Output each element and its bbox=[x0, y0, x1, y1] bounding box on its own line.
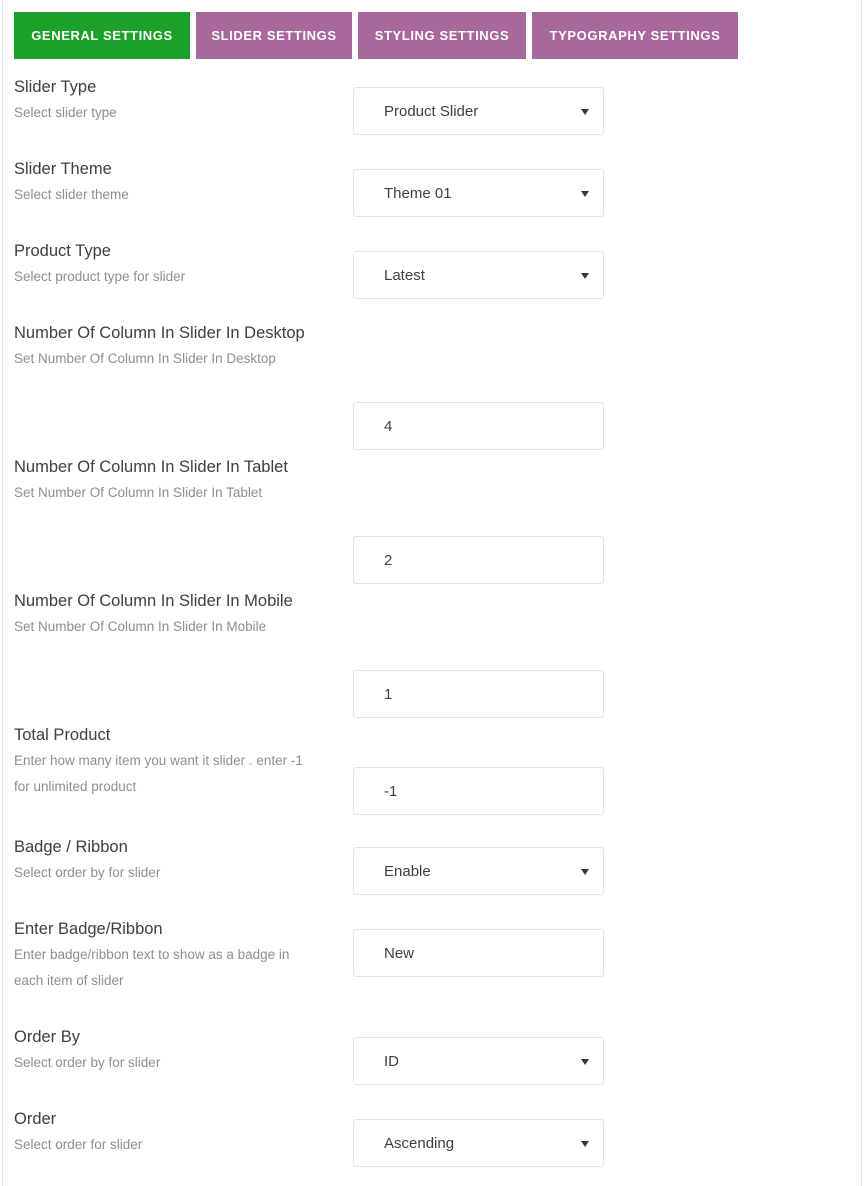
field-label: Slider Type bbox=[14, 78, 97, 96]
select-slider-type[interactable]: Product Slider bbox=[353, 87, 604, 135]
input-value: 2 bbox=[384, 551, 393, 569]
form-row-field-column: Ascending bbox=[353, 1119, 604, 1167]
field-label: Badge / Ribbon bbox=[14, 838, 128, 856]
field-description: Select order for slider bbox=[14, 1137, 143, 1152]
input-total-product[interactable]: -1 bbox=[353, 767, 604, 815]
form-row-label-column: Order Select order for slider bbox=[14, 1106, 314, 1158]
tab-styling-settings[interactable]: STYLING SETTINGS bbox=[358, 12, 526, 59]
field-description: Enter how many item you want it slider .… bbox=[14, 753, 303, 794]
chevron-down-icon bbox=[581, 869, 589, 875]
field-label: Number Of Column In Slider In Tablet bbox=[14, 458, 288, 476]
field-description: Enter badge/ribbon text to show as a bad… bbox=[14, 947, 290, 988]
select-order-by[interactable]: ID bbox=[353, 1037, 604, 1085]
chevron-down-icon bbox=[581, 109, 589, 115]
form-row-label-column: Number Of Column In Slider In Tablet Set … bbox=[14, 454, 314, 506]
tab-typography-settings[interactable]: TYPOGRAPHY SETTINGS bbox=[532, 12, 738, 59]
select-product-type[interactable]: Latest bbox=[353, 251, 604, 299]
select-slider-theme[interactable]: Theme 01 bbox=[353, 169, 604, 217]
select-value: ID bbox=[384, 1052, 399, 1070]
input-value: 1 bbox=[384, 685, 393, 703]
field-description: Set Number Of Column In Slider In Mobile bbox=[14, 619, 267, 634]
input-number-of-column-in-slider-in-desktop[interactable]: 4 bbox=[353, 402, 604, 450]
form-row-label-column: Slider Type Select slider type bbox=[14, 74, 314, 126]
tab-label: GENERAL SETTINGS bbox=[31, 28, 173, 43]
form-row: Product Type Select product type for slid… bbox=[0, 238, 867, 318]
chevron-down-icon bbox=[581, 1141, 589, 1147]
form-row-field-column: -1 bbox=[353, 767, 604, 815]
form-row-field-column: ID bbox=[353, 1037, 604, 1085]
form-row: Slider Theme Select slider theme Theme 01 bbox=[0, 156, 867, 236]
input-number-of-column-in-slider-in-tablet[interactable]: 2 bbox=[353, 536, 604, 584]
form-row-field-column: Theme 01 bbox=[353, 169, 604, 217]
field-description: Set Number Of Column In Slider In Deskto… bbox=[14, 351, 276, 366]
form-row: Order By Select order by for slider ID bbox=[0, 1024, 867, 1104]
tab-label: SLIDER SETTINGS bbox=[211, 28, 337, 43]
field-description: Set Number Of Column In Slider In Tablet bbox=[14, 485, 263, 500]
form-row-field-column: New bbox=[353, 929, 604, 977]
form-row-label-column: Order By Select order by for slider bbox=[14, 1024, 314, 1076]
tab-label: STYLING SETTINGS bbox=[374, 28, 510, 43]
select-order[interactable]: Ascending bbox=[353, 1119, 604, 1167]
input-value: New bbox=[384, 944, 415, 962]
form-row: Total Product Enter how many item you wan… bbox=[0, 722, 867, 828]
settings-tab-bar: GENERAL SETTINGS SLIDER SETTINGS STYLING S… bbox=[14, 12, 738, 59]
form-row-label-column: Number Of Column In Slider In Mobile Set … bbox=[14, 588, 314, 640]
tab-general-settings[interactable]: GENERAL SETTINGS bbox=[14, 12, 190, 59]
input-enter-badge-ribbon[interactable]: New bbox=[353, 929, 604, 977]
input-value: 4 bbox=[384, 417, 393, 435]
form-row: Badge / Ribbon Select order by for slider… bbox=[0, 834, 867, 914]
input-value: -1 bbox=[384, 782, 398, 800]
chevron-down-icon bbox=[581, 1059, 589, 1065]
field-label: Slider Theme bbox=[14, 160, 112, 178]
select-value: Enable bbox=[384, 862, 431, 880]
field-description: Select slider type bbox=[14, 105, 117, 120]
form-row: Slider Type Select slider type Product Sli… bbox=[0, 74, 867, 154]
form-row-field-column: 4 bbox=[353, 402, 604, 450]
field-description: Select product type for slider bbox=[14, 269, 186, 284]
form-row-field-column: Latest bbox=[353, 251, 604, 299]
form-row: Enter Badge/Ribbon Enter badge/ribbon tex… bbox=[0, 916, 867, 1022]
form-row: Number Of Column In Slider In Tablet Set … bbox=[0, 454, 867, 588]
field-description: Select slider theme bbox=[14, 187, 129, 202]
form-row-label-column: Number Of Column In Slider In Desktop Set… bbox=[14, 320, 314, 372]
field-label: Product Type bbox=[14, 242, 111, 260]
field-label: Number Of Column In Slider In Desktop bbox=[14, 324, 305, 342]
tab-slider-settings[interactable]: SLIDER SETTINGS bbox=[196, 12, 352, 59]
chevron-down-icon bbox=[581, 273, 589, 279]
field-label: Total Product bbox=[14, 726, 111, 744]
form-row-field-column: 2 bbox=[353, 536, 604, 584]
input-number-of-column-in-slider-in-mobile[interactable]: 1 bbox=[353, 670, 604, 718]
chevron-down-icon bbox=[581, 191, 589, 197]
form-row: Number Of Column In Slider In Mobile Set … bbox=[0, 588, 867, 722]
select-value: Ascending bbox=[384, 1134, 455, 1152]
select-value: Product Slider bbox=[384, 102, 479, 120]
form-row-label-column: Product Type Select product type for slid… bbox=[14, 238, 314, 290]
field-label: Order By bbox=[14, 1028, 81, 1046]
tab-label: TYPOGRAPHY SETTINGS bbox=[549, 28, 721, 43]
form-row: Number Of Column In Slider In Desktop Set… bbox=[0, 320, 867, 454]
form-row: Order Select order for slider Ascending bbox=[0, 1106, 867, 1186]
form-row-field-column: Product Slider bbox=[353, 87, 604, 135]
form-row-label-column: Slider Theme Select slider theme bbox=[14, 156, 314, 208]
field-label: Enter Badge/Ribbon bbox=[14, 920, 163, 938]
field-label: Order bbox=[14, 1110, 57, 1128]
form-row-field-column: Enable bbox=[353, 847, 604, 895]
field-description: Select order by for slider bbox=[14, 1055, 161, 1070]
select-badge-ribbon[interactable]: Enable bbox=[353, 847, 604, 895]
form-row-label-column: Total Product Enter how many item you wan… bbox=[14, 722, 314, 800]
field-label: Number Of Column In Slider In Mobile bbox=[14, 592, 293, 610]
form-row-label-column: Badge / Ribbon Select order by for slider bbox=[14, 834, 314, 886]
form-row-field-column: 1 bbox=[353, 670, 604, 718]
field-description: Select order by for slider bbox=[14, 865, 161, 880]
select-value: Theme 01 bbox=[384, 184, 452, 202]
form-row-label-column: Enter Badge/Ribbon Enter badge/ribbon tex… bbox=[14, 916, 314, 994]
select-value: Latest bbox=[384, 266, 425, 284]
